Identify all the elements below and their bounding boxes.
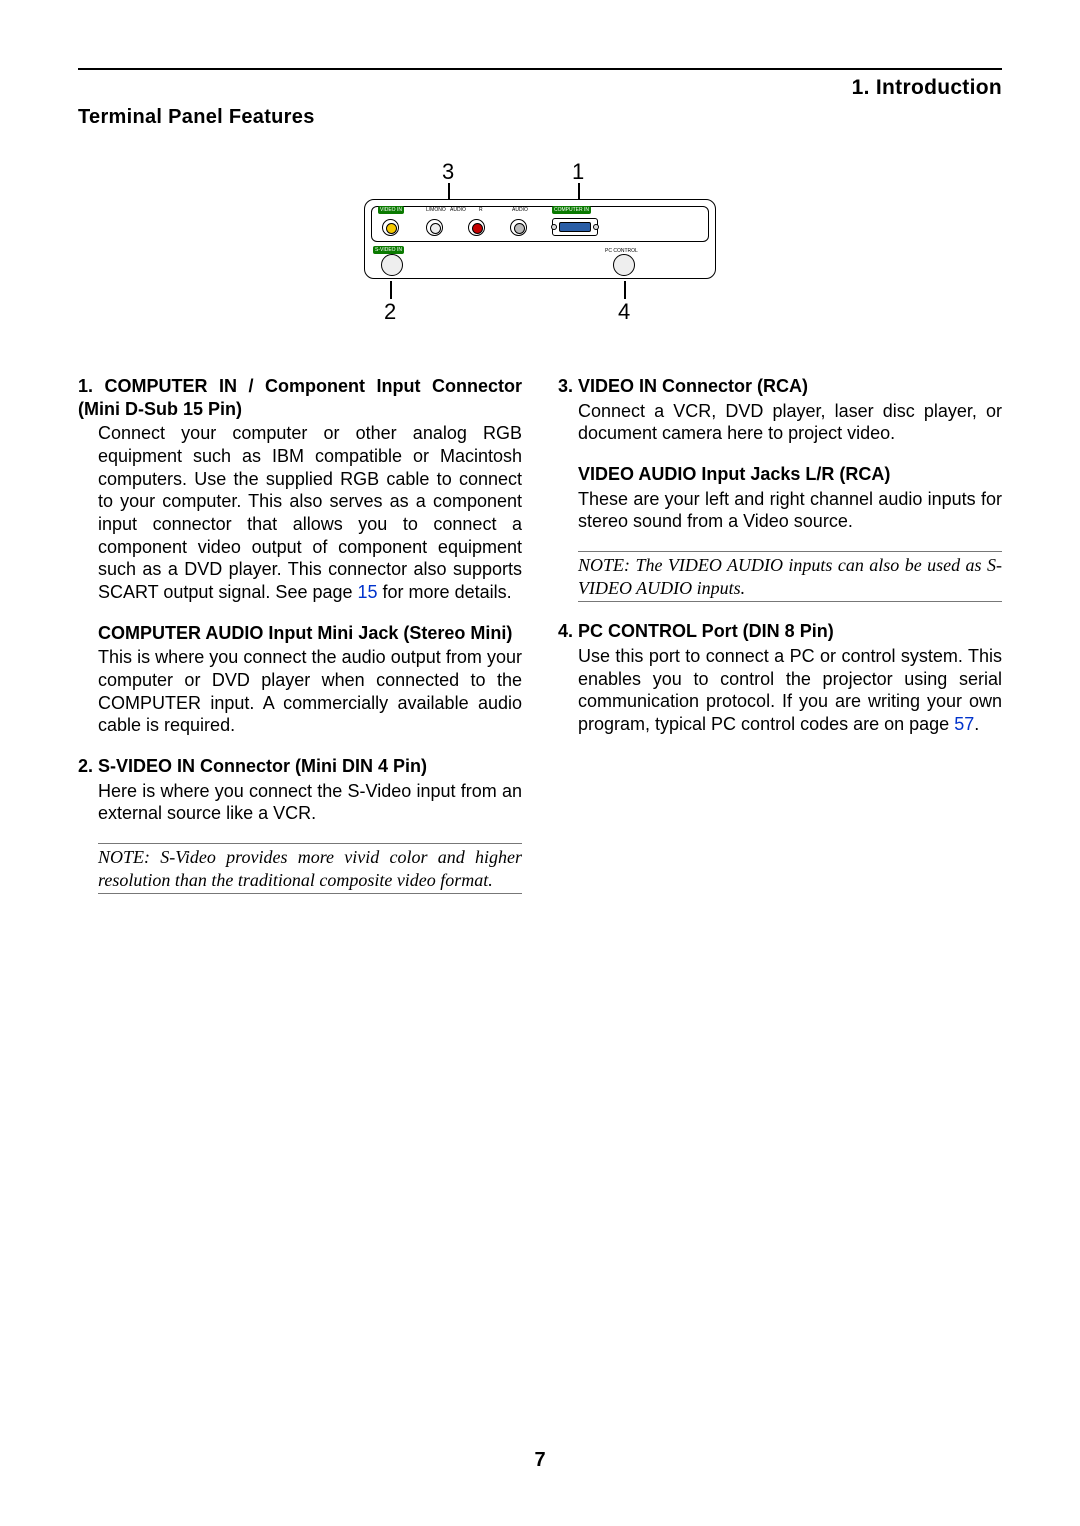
label-lmono: L/MONO (426, 207, 446, 213)
label-r: R (479, 207, 483, 213)
item-1-title: 1. COMPUTER IN / Component Input Connect… (78, 375, 522, 420)
item-1-body: Connect your computer or other analog RG… (98, 422, 522, 603)
chapter-title: 1. Introduction (852, 76, 1002, 100)
item-3-body: Connect a VCR, DVD player, laser disc pl… (578, 400, 1002, 445)
item-3b-body: These are your left and right channel au… (578, 488, 1002, 533)
panel-outline: VIDEO IN L/MONO AUDIO R AUDIO COMPUTER I… (364, 199, 716, 279)
item-2-body: Here is where you connect the S-Video in… (98, 780, 522, 825)
dsub-connector-icon (552, 218, 598, 236)
rca-audio-l-icon (426, 219, 443, 236)
label-audio-lr: AUDIO (450, 207, 466, 213)
rca-audio-r-icon (468, 219, 485, 236)
rule-top (78, 68, 1002, 70)
label-pc-control: PC CONTROL (605, 248, 638, 254)
page-number: 7 (0, 1449, 1080, 1472)
item-4-title: 4. PC CONTROL Port (DIN 8 Pin) (558, 620, 1002, 643)
callout-2: 2 (384, 299, 396, 325)
item-1b-title: COMPUTER AUDIO Input Mini Jack (Stereo M… (98, 622, 522, 645)
label-computer-in: COMPUTER IN (552, 206, 591, 214)
page-ref-15[interactable]: 15 (358, 582, 378, 602)
item-1-text-b: for more details. (378, 582, 512, 602)
callout-1: 1 (572, 159, 584, 185)
label-video-in: VIDEO IN (378, 206, 404, 214)
pc-control-din-icon (613, 254, 635, 276)
mini-jack-icon (510, 219, 527, 236)
rca-video-icon (382, 219, 399, 236)
column-left: 1. COMPUTER IN / Component Input Connect… (78, 375, 522, 912)
column-right: 3. VIDEO IN Connector (RCA) Connect a VC… (558, 375, 1002, 912)
item-4-body: Use this port to connect a PC or control… (578, 645, 1002, 736)
terminal-panel-diagram: 3 1 VIDEO IN L/MONO AUDIO R AUDIO COMPUT… (354, 163, 726, 315)
item-4-text: Use this port to connect a PC or control… (578, 646, 1002, 734)
item-1-text: Connect your computer or other analog RG… (98, 423, 522, 602)
label-s-video-in: S-VIDEO IN (373, 246, 404, 254)
note-video-audio: NOTE: The VIDEO AUDIO inputs can also be… (578, 551, 1002, 602)
callout-4: 4 (618, 299, 630, 325)
item-3b-title: VIDEO AUDIO Input Jacks L/R (RCA) (578, 463, 1002, 486)
callout-3: 3 (442, 159, 454, 185)
note-svideo: NOTE: S-Video provides more vivid color … (98, 843, 522, 894)
s-video-din-icon (381, 254, 403, 276)
label-audio2: AUDIO (512, 207, 528, 213)
section-title: Terminal Panel Features (78, 106, 1002, 129)
item-2-title: 2. S-VIDEO IN Connector (Mini DIN 4 Pin) (78, 755, 522, 778)
item-4-text-b: . (974, 714, 979, 734)
page-ref-57[interactable]: 57 (954, 714, 974, 734)
item-1b-body: This is where you connect the audio outp… (98, 646, 522, 737)
item-3-title: 3. VIDEO IN Connector (RCA) (558, 375, 1002, 398)
